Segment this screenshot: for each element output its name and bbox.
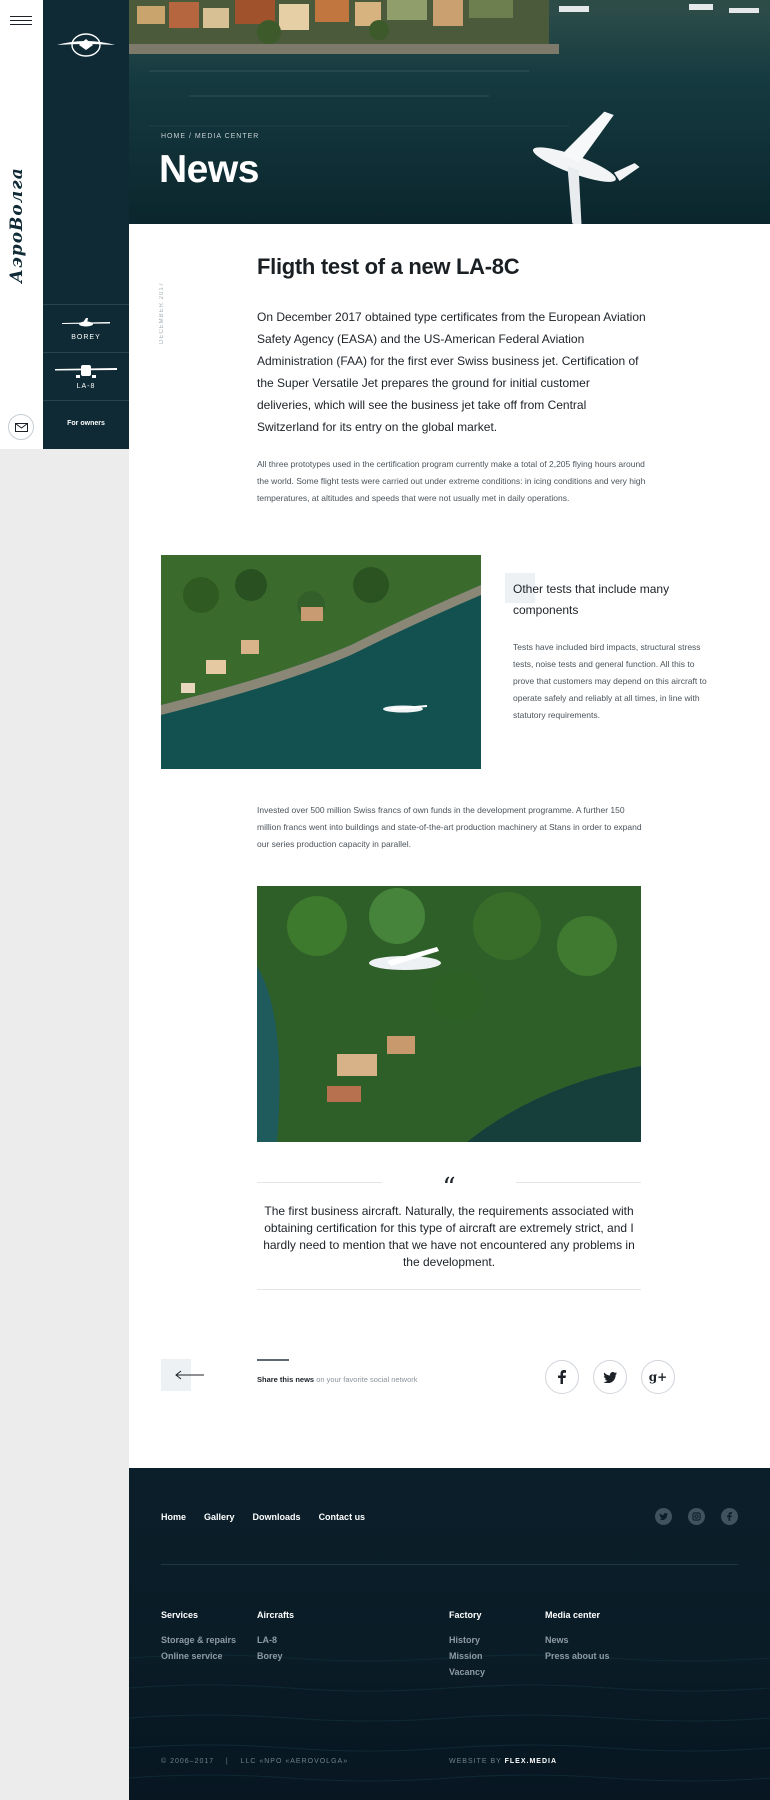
hero-banner: HOME / MEDIA CENTER News <box>129 0 770 224</box>
la8-plane-icon <box>55 365 117 378</box>
footer-column-title: Services <box>161 1610 199 1620</box>
villa-peninsula-photo <box>257 886 641 1142</box>
article-paragraph-1: All three prototypes used in the certifi… <box>257 459 646 503</box>
aircraft-item-borey[interactable]: BOREY <box>43 304 129 352</box>
footer-nav: Home Gallery Downloads Contact us <box>161 1512 365 1522</box>
breadcrumb-separator: / <box>186 133 195 140</box>
share-label-strong: Share this news <box>257 1375 315 1384</box>
breadcrumb-media-center-link[interactable]: MEDIA CENTER <box>195 133 260 140</box>
lake-coast-photo <box>161 555 481 769</box>
copyright: © 2006–2017 | LLC «NPO «AEROVOLGA» <box>161 1758 349 1765</box>
aircraft-label: LA-8 <box>76 383 96 390</box>
footer-column-services: Services Storage & repairs Online servic… <box>161 1610 236 1664</box>
footer-link-la8[interactable]: LA-8 <box>257 1632 294 1648</box>
copyright-years: © 2006–2017 <box>161 1758 215 1765</box>
twitter-share-button[interactable] <box>593 1360 627 1394</box>
footer-link-mission[interactable]: Mission <box>449 1648 485 1664</box>
google-plus-icon: g+ <box>648 1370 668 1384</box>
brand-wordmark[interactable]: АэроВолга <box>7 160 37 290</box>
footer-link-press[interactable]: Press about us <box>545 1648 610 1664</box>
side-note-text: Tests have included bird impacts, struct… <box>513 642 707 720</box>
menu-icon[interactable] <box>10 16 32 28</box>
footer-social <box>655 1508 738 1525</box>
footer-column-media-center: Media center News Press about us <box>545 1610 610 1664</box>
footer-link-vacancy[interactable]: Vacancy <box>449 1664 485 1680</box>
footer-column-title: Aircrafts <box>257 1610 295 1620</box>
side-note-title: Other tests that include many components <box>513 582 670 617</box>
left-rail: АэроВолга <box>0 0 43 449</box>
share-caption: Share this news on your favorite social … <box>257 1359 418 1386</box>
footer-link-history[interactable]: History <box>449 1632 485 1648</box>
instagram-icon[interactable] <box>688 1508 705 1525</box>
quote-divider <box>257 1289 641 1290</box>
logo-icon[interactable] <box>51 28 121 62</box>
footer-divider <box>161 1564 738 1565</box>
mail-icon[interactable] <box>8 414 34 440</box>
pull-quote: “ The first business aircraft. Naturally… <box>257 1173 641 1290</box>
footer-link-online-service[interactable]: Online service <box>161 1648 236 1664</box>
footer-link-storage-repairs[interactable]: Storage & repairs <box>161 1632 236 1648</box>
article: DECEMBER 2017 Fligth test of a new LA-8C… <box>129 224 770 1468</box>
back-button[interactable] <box>161 1359 204 1391</box>
footer-column-title: Factory <box>449 1610 482 1620</box>
twitter-icon <box>603 1371 617 1383</box>
footer-nav-gallery[interactable]: Gallery <box>204 1512 235 1522</box>
quote-rule-right <box>516 1182 641 1183</box>
footer-column-title: Media center <box>545 1610 601 1620</box>
site-footer: Home Gallery Downloads Contact us Servic… <box>129 1468 770 1800</box>
quote-icon: “ <box>442 1173 456 1203</box>
footer-nav-downloads[interactable]: Downloads <box>253 1512 301 1522</box>
facebook-share-button[interactable] <box>545 1360 579 1394</box>
footer-nav-home[interactable]: Home <box>161 1512 186 1522</box>
article-paragraph-2: Invested over 500 million Swiss francs o… <box>257 805 642 849</box>
footer-link-news[interactable]: News <box>545 1632 610 1648</box>
footer-column-aircrafts: Aircrafts LA-8 Borey <box>257 1610 294 1664</box>
arrow-left-icon <box>175 1370 204 1380</box>
lake-coast-image <box>161 555 481 769</box>
article-date: DECEMBER 2017 <box>159 281 165 344</box>
made-by-link[interactable]: FLEX.MEDIA <box>505 1758 557 1765</box>
share-label-rest: on your favorite social network <box>314 1375 418 1384</box>
breadcrumb: HOME / MEDIA CENTER <box>161 133 259 140</box>
villa-peninsula-image <box>257 886 641 1142</box>
borey-plane-icon <box>62 318 110 327</box>
side-panel: BOREY LA-8 For owners <box>43 0 129 449</box>
made-by: WEBSITE BY FLEX.MEDIA <box>449 1758 557 1765</box>
aircraft-item-la8[interactable]: LA-8 <box>43 352 129 400</box>
side-note: Other tests that include many components… <box>505 573 713 724</box>
made-by-prefix: WEBSITE BY <box>449 1758 505 1765</box>
google-plus-share-button[interactable]: g+ <box>641 1360 675 1394</box>
page-title: News <box>159 148 259 191</box>
for-owners-link[interactable]: For owners <box>43 400 129 446</box>
facebook-icon[interactable] <box>721 1508 738 1525</box>
company-name: LLC «NPO «AEROVOLGA» <box>240 1758 349 1765</box>
footer-column-factory: Factory History Mission Vacancy <box>449 1610 485 1680</box>
footer-nav-contact[interactable]: Contact us <box>319 1512 366 1522</box>
aircraft-label: BOREY <box>71 334 101 341</box>
article-title: Fligth test of a new LA-8C <box>257 254 520 279</box>
aircraft-menu: BOREY LA-8 For owners <box>43 304 129 446</box>
quote-text: The first business aircraft. Naturally, … <box>263 1204 635 1269</box>
article-lead: On December 2017 obtained type certifica… <box>257 310 646 434</box>
twitter-icon[interactable] <box>655 1508 672 1525</box>
share-row: Share this news on your favorite social … <box>161 1359 675 1399</box>
footer-link-borey[interactable]: Borey <box>257 1648 294 1664</box>
facebook-icon <box>558 1370 566 1384</box>
breadcrumb-home-link[interactable]: HOME <box>161 133 186 140</box>
